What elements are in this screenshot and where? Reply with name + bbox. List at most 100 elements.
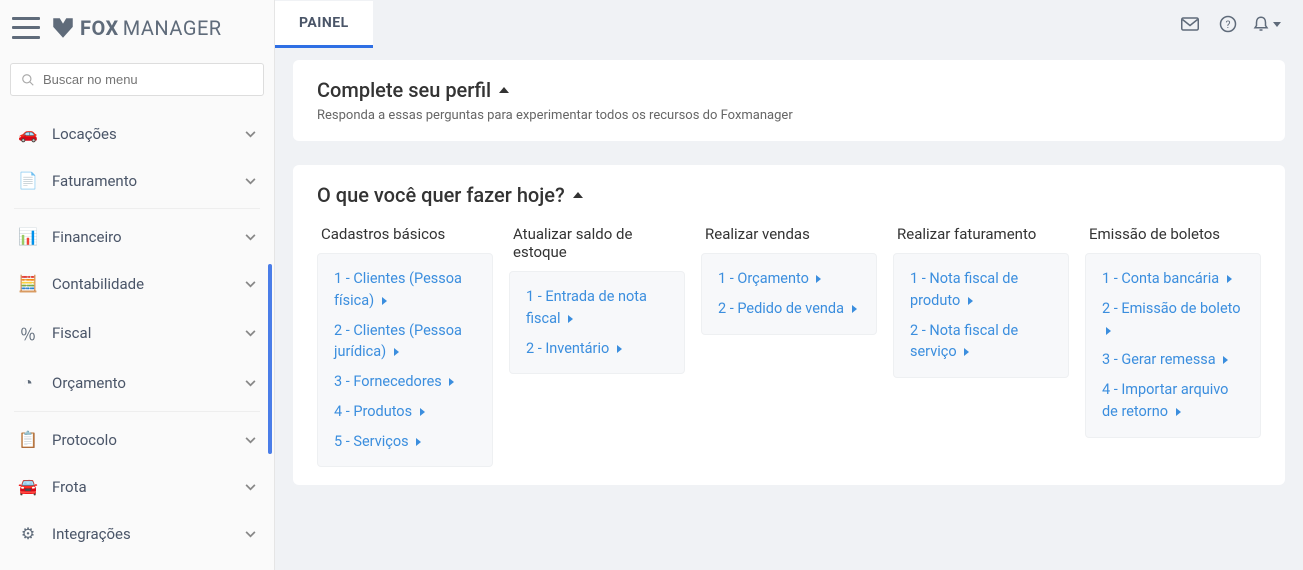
menu-separator bbox=[14, 208, 260, 209]
caret-right-icon bbox=[568, 315, 573, 323]
hamburger-icon[interactable] bbox=[12, 17, 40, 39]
sidebar-item-label: Protocolo bbox=[52, 431, 231, 449]
shortcut-link[interactable]: 1 - Entrada de nota fiscal bbox=[526, 286, 668, 330]
column-box: 1 - Conta bancária 2 - Emissão de boleto… bbox=[1085, 253, 1261, 438]
caret-right-icon bbox=[617, 345, 622, 353]
caret-right-icon bbox=[964, 348, 969, 356]
brand-logo[interactable]: FOXMANAGER bbox=[50, 15, 222, 41]
chevron-down-icon bbox=[1273, 22, 1281, 27]
card-title-text: Complete seu perfil bbox=[317, 78, 491, 102]
columns: Cadastros básicos1 - Clientes (Pessoa fí… bbox=[317, 225, 1261, 467]
fiscal-icon: ％ bbox=[18, 321, 38, 345]
mail-icon[interactable] bbox=[1171, 5, 1209, 43]
chevron-down-icon bbox=[245, 230, 256, 244]
sidebar-item-faturamento[interactable]: 📄 Faturamento bbox=[0, 157, 274, 204]
column: Atualizar saldo de estoque 1 - Entrada de… bbox=[509, 225, 685, 467]
caret-right-icon bbox=[1223, 356, 1228, 364]
card-complete-profile: Complete seu perfil Responda a essas per… bbox=[293, 60, 1285, 141]
brand-text-bold: FOX bbox=[80, 16, 119, 40]
help-icon[interactable]: ? bbox=[1209, 5, 1247, 43]
search-wrap bbox=[0, 55, 274, 104]
column-title: Cadastros básicos bbox=[317, 225, 493, 253]
caret-right-icon bbox=[1106, 327, 1111, 335]
sidebar-item-label: Fiscal bbox=[52, 324, 231, 342]
caret-right-icon bbox=[394, 348, 399, 356]
shortcut-link[interactable]: 1 - Conta bancária bbox=[1102, 268, 1244, 290]
sidebar-item-financeiro[interactable]: 📊Financeiro bbox=[0, 213, 274, 260]
column-title: Realizar vendas bbox=[701, 225, 877, 253]
sidebar-header: FOXMANAGER bbox=[0, 0, 274, 55]
sidebar-item-orcamento[interactable]: ◔ Orçamento bbox=[0, 359, 274, 407]
column-box: 1 - Clientes (Pessoa física) 2 - Cliente… bbox=[317, 253, 493, 467]
scrollbar-thumb[interactable] bbox=[268, 264, 272, 454]
caret-right-icon bbox=[449, 378, 454, 386]
shortcut-link[interactable]: 4 - Produtos bbox=[334, 401, 476, 423]
card-title[interactable]: Complete seu perfil bbox=[317, 78, 1261, 102]
card-today: O que você quer fazer hoje? Cadastros bá… bbox=[293, 165, 1285, 485]
chevron-down-icon bbox=[245, 433, 256, 447]
content: Complete seu perfil Responda a essas per… bbox=[275, 48, 1303, 570]
search-input[interactable] bbox=[43, 72, 253, 87]
shortcut-link[interactable]: 2 - Emissão de boleto bbox=[1102, 298, 1244, 342]
sidebar-item-label: Faturamento bbox=[52, 172, 231, 190]
column: Cadastros básicos1 - Clientes (Pessoa fí… bbox=[317, 225, 493, 467]
tab-painel[interactable]: PAINEL bbox=[275, 1, 373, 48]
search-box[interactable] bbox=[10, 63, 264, 96]
column: Realizar faturamento1 - Nota fiscal de p… bbox=[893, 225, 1069, 467]
shortcut-link[interactable]: 3 - Fornecedores bbox=[334, 371, 476, 393]
card-subtitle: Responda a essas perguntas para experime… bbox=[317, 108, 1261, 123]
svg-text:?: ? bbox=[1226, 18, 1231, 31]
chevron-down-icon bbox=[245, 127, 256, 141]
column: Emissão de boletos1 - Conta bancária 2 -… bbox=[1085, 225, 1261, 467]
locacoes-icon: 🚗 bbox=[18, 124, 38, 143]
main: PAINEL ? Complete seu perfil Responda a … bbox=[275, 0, 1303, 570]
column-title: Emissão de boletos bbox=[1085, 225, 1261, 253]
topbar: PAINEL ? bbox=[275, 0, 1303, 48]
shortcut-link[interactable]: 1 - Nota fiscal de produto bbox=[910, 268, 1052, 312]
caret-up-icon bbox=[499, 87, 509, 93]
menu-separator bbox=[14, 411, 260, 412]
column: Realizar vendas 1 - Orçamento 2 - Pedido … bbox=[701, 225, 877, 467]
integracoes-icon: ⚙ bbox=[18, 524, 38, 543]
shortcut-link[interactable]: 4 - Importar arquivo de retorno bbox=[1102, 379, 1244, 423]
financeiro-icon: 📊 bbox=[18, 227, 38, 246]
caret-right-icon bbox=[816, 275, 821, 283]
chevron-down-icon bbox=[245, 277, 256, 291]
sidebar-item-label: Locações bbox=[52, 125, 231, 143]
shortcut-link[interactable]: 2 - Pedido de venda bbox=[718, 298, 860, 320]
orcamento-icon: ◔ bbox=[18, 373, 38, 393]
faturamento-icon: 📄 bbox=[18, 171, 38, 190]
sidebar-item-locacoes[interactable]: 🚗 Locações bbox=[0, 110, 274, 157]
brand-text-thin: MANAGER bbox=[123, 16, 222, 40]
caret-right-icon bbox=[416, 438, 421, 446]
chevron-down-icon bbox=[245, 480, 256, 494]
sidebar-item-fiscal[interactable]: ％ Fiscal bbox=[0, 307, 274, 359]
shortcut-link[interactable]: 2 - Clientes (Pessoa jurídica) bbox=[334, 320, 476, 364]
caret-right-icon bbox=[852, 305, 857, 313]
caret-right-icon bbox=[1227, 275, 1232, 283]
shortcut-link[interactable]: 1 - Clientes (Pessoa física) bbox=[334, 268, 476, 312]
bell-icon[interactable] bbox=[1247, 5, 1285, 43]
card-title-text: O que você quer fazer hoje? bbox=[317, 183, 565, 207]
sidebar-item-frota[interactable]: 🚘 Frota bbox=[0, 463, 274, 510]
fox-icon bbox=[50, 15, 76, 41]
shortcut-link[interactable]: 2 - Nota fiscal de serviço bbox=[910, 320, 1052, 364]
frota-icon: 🚘 bbox=[18, 477, 38, 496]
shortcut-link[interactable]: 2 - Inventário bbox=[526, 338, 668, 360]
column-title: Atualizar saldo de estoque bbox=[509, 225, 685, 271]
shortcut-link[interactable]: 3 - Gerar remessa bbox=[1102, 349, 1244, 371]
chevron-down-icon bbox=[245, 376, 256, 390]
contabilidade-icon: 🧮 bbox=[18, 274, 38, 293]
sidebar-item-label: Orçamento bbox=[52, 374, 231, 392]
card-title[interactable]: O que você quer fazer hoje? bbox=[317, 183, 1261, 207]
sidebar-menu: 🚗 Locações 📄 Faturamento 📊Financeiro🧮Contabi… bbox=[0, 104, 274, 570]
shortcut-link[interactable]: 5 - Serviços bbox=[334, 431, 476, 453]
shortcut-link[interactable]: 1 - Orçamento bbox=[718, 268, 860, 290]
caret-right-icon bbox=[420, 408, 425, 416]
column-box: 1 - Nota fiscal de produto 2 - Nota fisc… bbox=[893, 253, 1069, 378]
sidebar-item-integracoes[interactable]: ⚙Integrações bbox=[0, 510, 274, 557]
caret-right-icon bbox=[968, 297, 973, 305]
sidebar-item-label: Frota bbox=[52, 478, 231, 496]
sidebar-item-contabilidade[interactable]: 🧮Contabilidade bbox=[0, 260, 274, 307]
sidebar-item-protocolo[interactable]: 📋Protocolo bbox=[0, 416, 274, 463]
